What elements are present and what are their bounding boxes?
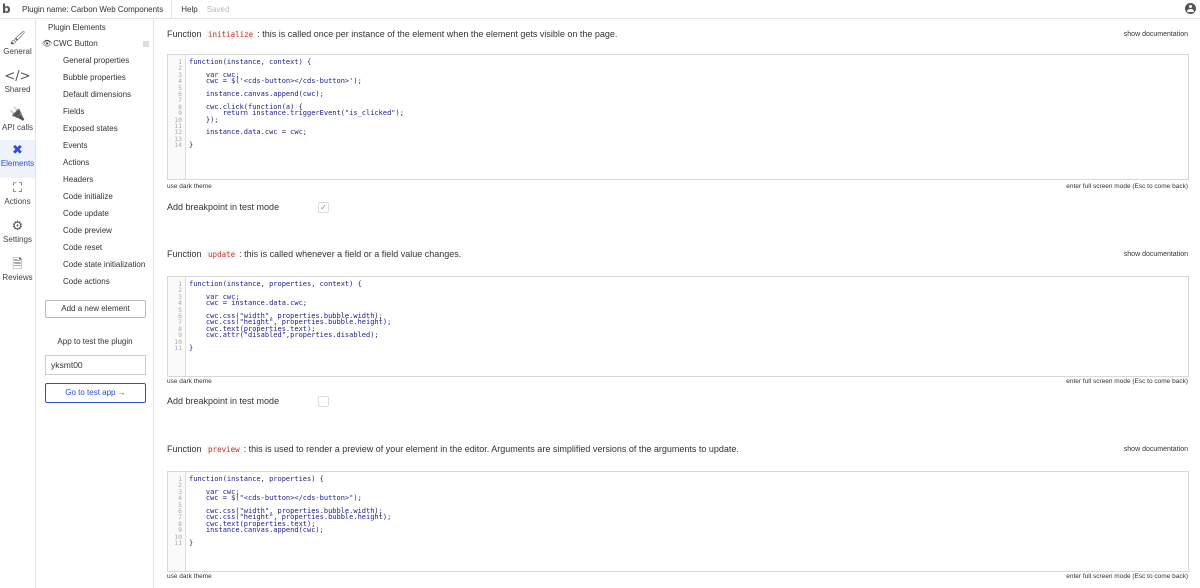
function-keyword: update xyxy=(206,250,238,259)
help-menu[interactable]: Help xyxy=(181,5,197,14)
code-area[interactable]: function(instance, context) { var cwc; c… xyxy=(189,55,1188,149)
nav-shared[interactable]: </> Shared xyxy=(0,66,35,102)
function-prefix: Function xyxy=(167,29,202,39)
function-prefix: Function xyxy=(167,444,202,454)
code-line[interactable]: } xyxy=(189,539,1188,546)
function-description: : this is called once per instance of th… xyxy=(257,29,618,39)
code-line[interactable]: } xyxy=(189,344,1188,351)
element-subitem[interactable]: Headers xyxy=(36,171,153,188)
nav-elements[interactable]: ✖ Elements xyxy=(0,140,35,178)
breakpoint-label: Add breakpoint in test mode xyxy=(167,202,280,212)
nav-label: Reviews xyxy=(2,273,33,282)
element-name: CWC Button xyxy=(53,39,98,48)
add-new-element-button[interactable]: Add a new element xyxy=(45,300,146,318)
code-area[interactable]: function(instance, properties, context) … xyxy=(189,277,1188,351)
nav-label: API calls xyxy=(1,123,34,132)
line-number: 11 xyxy=(174,538,182,547)
code-icon: </> xyxy=(4,69,31,84)
element-subitem[interactable]: Actions xyxy=(36,154,153,171)
element-subitem[interactable]: Code preview xyxy=(36,222,153,239)
show-documentation-link[interactable]: show documentation xyxy=(1124,251,1188,258)
save-status: Saved xyxy=(206,4,230,14)
nav-general[interactable]: 🖌 General xyxy=(0,28,35,64)
use-dark-theme-link[interactable]: use dark theme xyxy=(167,378,212,385)
hierarchy-icon: ⛶ xyxy=(12,181,23,196)
element-subitem[interactable]: Code initialize xyxy=(36,188,153,205)
line-number: 14 xyxy=(174,141,182,150)
breakpoint-checkbox[interactable] xyxy=(318,396,329,407)
function-title: Function preview: this is used to render… xyxy=(167,444,739,454)
show-documentation-link[interactable]: show documentation xyxy=(1124,446,1188,453)
code-area[interactable]: function(instance, properties) { var cwc… xyxy=(189,472,1188,546)
element-subitem[interactable]: Code reset xyxy=(36,239,153,256)
plugin-elements-panel: Plugin Elements 👁 CWC Button General pro… xyxy=(36,20,154,588)
element-subitem[interactable]: Bubble properties xyxy=(36,69,153,86)
user-account-icon[interactable] xyxy=(1185,3,1196,14)
line-gutter: 1 2 3 4 5 6 7 8 9 10 11 12 13 14 xyxy=(168,55,186,179)
element-subitem[interactable]: Code actions xyxy=(36,273,153,290)
nav-label: General xyxy=(3,47,32,56)
function-keyword: initialize xyxy=(206,30,256,39)
function-title: Function initialize: this is called once… xyxy=(167,29,617,39)
function-description: : this is used to render a preview of yo… xyxy=(243,444,739,454)
top-bar: b Plugin name: Carbon Web Components Hel… xyxy=(0,0,1200,19)
gear-icon: ⚙ xyxy=(11,219,24,234)
function-prefix: Function xyxy=(167,249,202,259)
full-screen-link[interactable]: enter full screen mode (Esc to come back… xyxy=(1066,573,1188,580)
show-documentation-link[interactable]: show documentation xyxy=(1124,31,1188,38)
element-cwc-button[interactable]: 👁 CWC Button xyxy=(36,36,153,52)
bubble-logo[interactable]: b xyxy=(2,2,16,16)
panel-title: Plugin Elements xyxy=(48,23,106,32)
nav-reviews[interactable]: 🗎 Reviews xyxy=(0,254,35,290)
elements-icon: ✖ xyxy=(12,143,23,158)
breakpoint-checkbox[interactable]: ✓ xyxy=(318,202,329,213)
function-title: Function update: this is called whenever… xyxy=(167,249,461,259)
code-editor[interactable]: 1 2 3 4 5 6 7 8 9 10 11 function(instance, properti… xyxy=(167,471,1189,572)
go-to-test-app-button[interactable]: Go to test app → xyxy=(45,383,146,403)
nav-api-calls[interactable]: 🔌 API calls xyxy=(0,104,35,140)
full-screen-link[interactable]: enter full screen mode (Esc to come back… xyxy=(1066,378,1188,385)
line-gutter: 1 2 3 4 5 6 7 8 9 10 11 xyxy=(168,277,186,376)
app-to-test-label: App to test the plugin xyxy=(57,337,133,346)
nav-settings[interactable]: ⚙ Settings xyxy=(0,216,35,252)
brush-icon: 🖌 xyxy=(9,31,26,46)
function-description: : this is called whenever a field or a f… xyxy=(239,249,462,259)
plug-icon: 🔌 xyxy=(9,107,26,122)
line-gutter: 1 2 3 4 5 6 7 8 9 10 11 xyxy=(168,472,186,571)
divider xyxy=(171,0,173,19)
nav-actions[interactable]: ⛶ Actions xyxy=(0,178,35,214)
breakpoint-label: Add breakpoint in test mode xyxy=(167,396,280,406)
use-dark-theme-link[interactable]: use dark theme xyxy=(167,573,212,580)
element-subitem[interactable]: Events xyxy=(36,137,153,154)
nav-label: Actions xyxy=(4,197,31,206)
function-keyword: preview xyxy=(206,445,242,454)
code-editor[interactable]: 1 2 3 4 5 6 7 8 9 10 11 function(instance, properti… xyxy=(167,276,1189,377)
document-icon: 🗎 xyxy=(12,257,23,272)
element-menu-icon[interactable] xyxy=(143,41,149,47)
nav-label: Shared xyxy=(4,85,31,94)
left-navigation: 🖌 General </> Shared 🔌 API calls ✖ Elements … xyxy=(0,20,36,588)
eye-icon[interactable]: 👁 xyxy=(42,36,52,52)
code-editor[interactable]: 1 2 3 4 5 6 7 8 9 10 11 12 13 14 function(instance, co… xyxy=(167,54,1189,180)
nav-label: Settings xyxy=(3,235,32,244)
element-subitem[interactable]: Code update xyxy=(36,205,153,222)
nav-label: Elements xyxy=(0,159,35,168)
full-screen-link[interactable]: enter full screen mode (Esc to come back… xyxy=(1066,183,1188,190)
use-dark-theme-link[interactable]: use dark theme xyxy=(167,183,212,190)
element-subitem[interactable]: Exposed states xyxy=(36,120,153,137)
element-subitem[interactable]: Fields xyxy=(36,103,153,120)
plugin-name: Plugin name: Carbon Web Components xyxy=(22,4,164,14)
line-number: 11 xyxy=(174,343,182,352)
test-app-input[interactable]: yksmt00 xyxy=(45,355,146,375)
element-subitem[interactable]: Default dimensions xyxy=(36,86,153,103)
element-subitem[interactable]: Code state initialization xyxy=(36,256,153,273)
code-editor-main: Function initialize: this is called once… xyxy=(154,20,1200,588)
code-line[interactable]: } xyxy=(189,141,1188,148)
element-subitem[interactable]: General properties xyxy=(36,52,153,69)
